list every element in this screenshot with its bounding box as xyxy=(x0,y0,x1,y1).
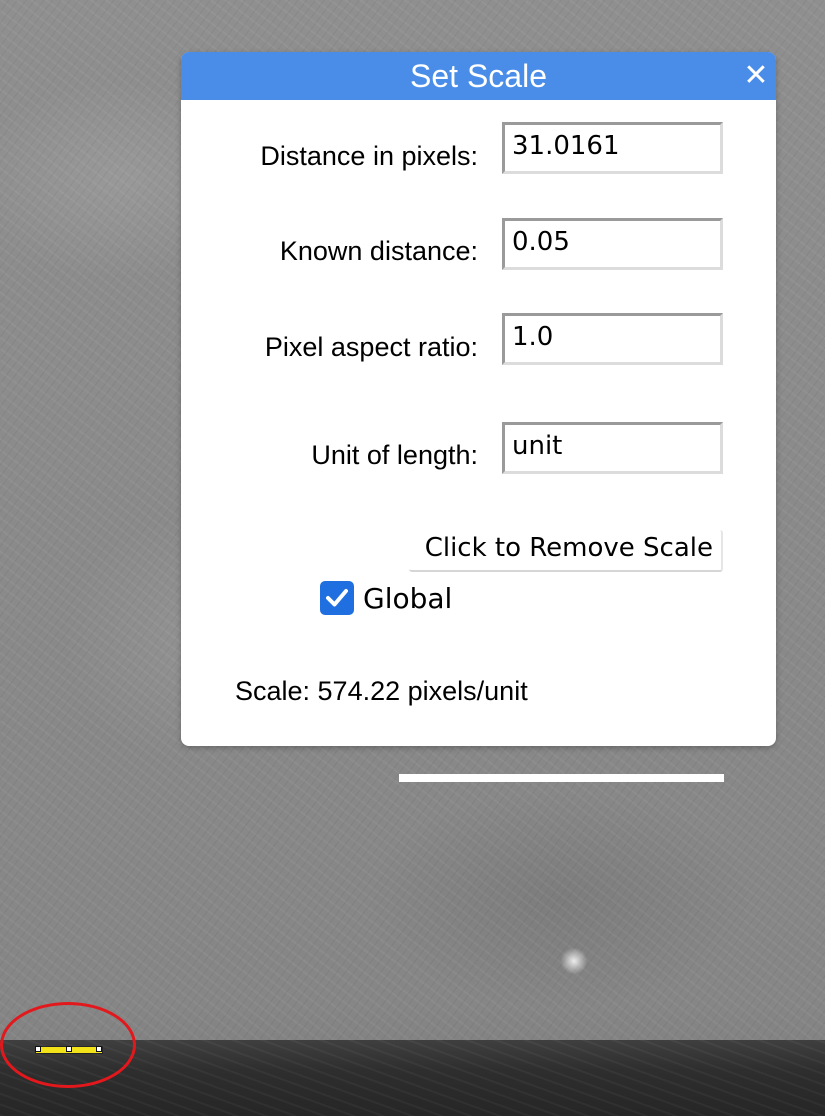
unit-of-length-field[interactable]: unit xyxy=(502,422,723,474)
global-checkbox-label[interactable]: Global xyxy=(363,582,452,615)
measurement-handle-middle[interactable] xyxy=(66,1046,72,1052)
global-checkbox[interactable] xyxy=(320,581,354,615)
distance-in-pixels-field[interactable]: 31.0161 xyxy=(502,122,723,174)
image-bright-spot xyxy=(560,948,588,974)
remove-scale-button[interactable]: Click to Remove Scale xyxy=(409,530,723,572)
set-scale-dialog: Set Scale ✕ Distance in pixels: 31.0161 … xyxy=(181,52,776,746)
scale-readout: Scale: 574.22 pixels/unit xyxy=(235,676,528,706)
dialog-title: Set Scale xyxy=(410,58,547,94)
measurement-handle-end[interactable] xyxy=(96,1046,102,1052)
close-icon[interactable]: ✕ xyxy=(742,61,770,91)
pixel-aspect-ratio-label: Pixel aspect ratio: xyxy=(264,332,478,362)
measurement-handle-start[interactable] xyxy=(35,1046,41,1052)
pixel-aspect-ratio-field[interactable]: 1.0 xyxy=(502,313,723,365)
known-distance-field[interactable]: 0.05 xyxy=(502,218,723,270)
red-circle-annotation xyxy=(0,1002,136,1088)
scale-bar-overlay xyxy=(399,774,724,782)
unit-of-length-label: Unit of length: xyxy=(311,440,478,470)
checkmark-icon xyxy=(326,589,348,607)
distance-in-pixels-label: Distance in pixels: xyxy=(260,141,478,171)
known-distance-label: Known distance: xyxy=(279,236,478,266)
